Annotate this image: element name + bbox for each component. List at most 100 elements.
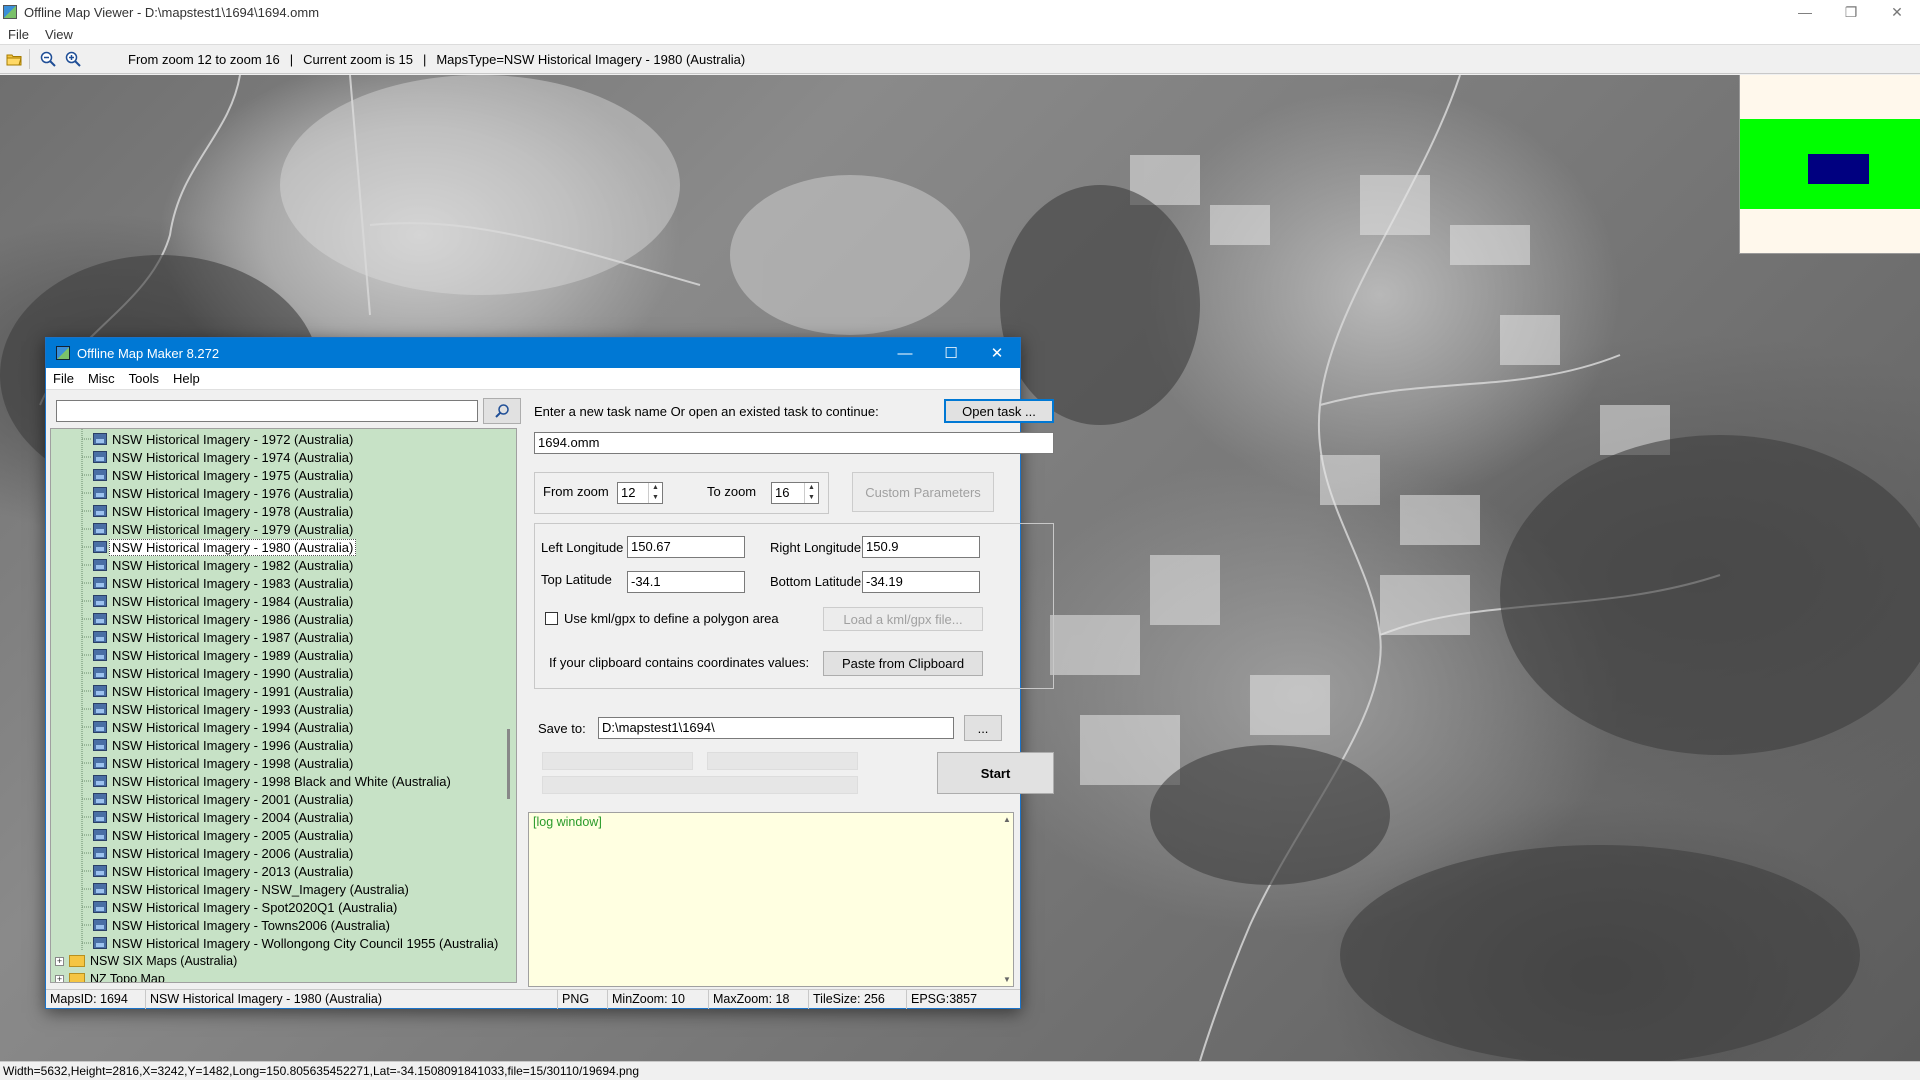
tree-item-map-type[interactable]: NSW Historical Imagery - 1993 (Australia… [93, 700, 353, 718]
tree-item-map-type[interactable]: NSW Historical Imagery - 1986 (Australia… [93, 610, 353, 628]
left-longitude-field[interactable]: 150.67 [627, 536, 745, 558]
tree-item-map-type[interactable]: NSW Historical Imagery - Spot2020Q1 (Aus… [93, 898, 397, 916]
tree-item-map-type[interactable]: NSW Historical Imagery - 1978 (Australia… [93, 502, 353, 520]
tree-item-map-type[interactable]: NSW Historical Imagery - 2005 (Australia… [93, 826, 353, 844]
tree-item-map-type[interactable]: NSW Historical Imagery - 1976 (Australia… [93, 484, 353, 502]
from-zoom-stepper[interactable]: 12 ▲ ▼ [617, 482, 663, 504]
status-maps-id: MapsID: 1694 [46, 990, 146, 1009]
map-tile-icon [93, 847, 107, 859]
tree-item-map-type[interactable]: NSW Historical Imagery - 1991 (Australia… [93, 682, 353, 700]
map-tile-icon [93, 559, 107, 571]
scroll-up-icon[interactable]: ▲ [1003, 815, 1011, 824]
map-search-input[interactable] [56, 400, 478, 422]
dialog-menu-tools[interactable]: Tools [122, 371, 166, 386]
to-zoom-arrows[interactable]: ▲ ▼ [804, 483, 818, 503]
task-name-field[interactable]: 1694.omm [534, 432, 1054, 454]
progress-bar-1 [542, 752, 693, 770]
search-button[interactable] [483, 398, 521, 424]
start-button[interactable]: Start [937, 752, 1054, 794]
dialog-menu-help[interactable]: Help [166, 371, 207, 386]
map-type-tree[interactable]: NSW Historical Imagery - 1972 (Australia… [50, 428, 517, 983]
menu-view[interactable]: View [37, 27, 81, 42]
paste-clipboard-button[interactable]: Paste from Clipboard [823, 651, 983, 676]
tree-item-map-type[interactable]: NSW Historical Imagery - 1972 (Australia… [93, 430, 353, 448]
tree-item-label: NSW Historical Imagery - 1978 (Australia… [112, 503, 354, 519]
tree-item-map-type[interactable]: NSW Historical Imagery - Wollongong City… [93, 934, 498, 952]
tree-item-map-type[interactable]: NSW Historical Imagery - 1989 (Australia… [93, 646, 353, 664]
dialog-minimize-button[interactable]: — [882, 338, 928, 368]
zoom-out-icon[interactable] [37, 48, 59, 70]
tree-item-label: NSW Historical Imagery - 2005 (Australia… [112, 827, 354, 843]
expand-icon[interactable]: + [55, 974, 64, 982]
zoom-in-icon[interactable] [62, 48, 84, 70]
dialog-close-button[interactable]: ✕ [974, 338, 1020, 368]
dialog-app-icon [56, 346, 70, 360]
map-tile-icon [93, 667, 107, 679]
tree-item-map-type[interactable]: NSW Historical Imagery - 1982 (Australia… [93, 556, 353, 574]
tree-item-map-type[interactable]: NSW Historical Imagery - 2013 (Australia… [93, 862, 353, 880]
dialog-menu-misc[interactable]: Misc [81, 371, 122, 386]
open-task-button[interactable]: Open task ... [944, 399, 1054, 423]
scroll-down-icon[interactable]: ▼ [1003, 975, 1011, 984]
status-epsg: EPSG:3857 [911, 992, 978, 1006]
tree-item-map-type[interactable]: NSW Historical Imagery - 1974 (Australia… [93, 448, 353, 466]
tree-item-map-type[interactable]: NSW Historical Imagery - 1996 (Australia… [93, 736, 353, 754]
load-kml-button[interactable]: Load a kml/gpx file... [823, 607, 983, 631]
to-zoom-stepper[interactable]: 16 ▲ ▼ [771, 482, 819, 504]
tree-folder[interactable]: + NZ Topo Map [55, 970, 165, 982]
tree-item-map-type[interactable]: NSW Historical Imagery - 1983 (Australia… [93, 574, 353, 592]
tree-item-map-type[interactable]: NSW Historical Imagery - 1990 (Australia… [93, 664, 353, 682]
restore-button[interactable]: ❐ [1828, 0, 1874, 24]
menu-file[interactable]: File [0, 27, 37, 42]
spin-down-icon[interactable]: ▼ [649, 493, 662, 503]
right-longitude-field[interactable]: 150.9 [862, 536, 980, 558]
custom-parameters-button[interactable]: Custom Parameters [852, 472, 994, 512]
tree-item-map-type[interactable]: NSW Historical Imagery - 1998 (Australia… [93, 754, 353, 772]
log-window[interactable]: [log window] ▲ ▼ [528, 812, 1014, 987]
tree-item-map-type[interactable]: NSW Historical Imagery - 2006 (Australia… [93, 844, 353, 862]
from-zoom-arrows[interactable]: ▲ ▼ [648, 483, 662, 503]
task-prompt: Enter a new task name Or open an existed… [534, 404, 879, 419]
spin-up-icon[interactable]: ▲ [649, 483, 662, 493]
dialog-maximize-button[interactable]: ☐ [928, 338, 974, 368]
tree-item-map-type[interactable]: NSW Historical Imagery - 1987 (Australia… [93, 628, 353, 646]
expand-icon[interactable]: + [55, 956, 64, 966]
map-tile-icon [93, 811, 107, 823]
tree-item-map-type[interactable]: NSW Historical Imagery - Towns2006 (Aust… [93, 916, 390, 934]
kml-polygon-checkbox[interactable] [545, 612, 558, 625]
tree-item-map-type[interactable]: NSW Historical Imagery - 1975 (Australia… [93, 466, 353, 484]
dialog-titlebar[interactable]: Offline Map Maker 8.272 — ☐ ✕ [46, 338, 1020, 368]
map-tile-icon [93, 937, 107, 949]
tree-item-label: NSW Historical Imagery - 1994 (Australia… [112, 719, 354, 735]
close-button[interactable]: ✕ [1874, 0, 1920, 24]
browse-button[interactable]: ... [964, 715, 1002, 741]
tree-item-map-type[interactable]: NSW Historical Imagery - 1979 (Australia… [93, 520, 353, 538]
tree-item-map-type[interactable]: NSW Historical Imagery - 1980 (Australia… [93, 538, 357, 556]
tree-item-map-type[interactable]: NSW Historical Imagery - 1984 (Australia… [93, 592, 353, 610]
viewer-statusbar: Width=5632,Height=2816,X=3242,Y=1482,Lon… [0, 1061, 1920, 1080]
save-to-field[interactable]: D:\mapstest1\1694\ [598, 717, 954, 739]
minimize-button[interactable]: — [1782, 0, 1828, 24]
bottom-latitude-field[interactable]: -34.19 [862, 571, 980, 593]
minimap-viewport[interactable] [1808, 154, 1869, 184]
zoom-group: From zoom 12 ▲ ▼ To zoom 16 ▲ ▼ [534, 472, 829, 514]
minimap[interactable] [1739, 75, 1920, 254]
open-folder-icon[interactable] [3, 48, 25, 70]
coordinates-group: Left Longitude 150.67 Right Longitude 15… [534, 523, 1054, 689]
map-tile-icon [93, 901, 107, 913]
spin-up-icon[interactable]: ▲ [805, 483, 818, 493]
tree-item-map-type[interactable]: NSW Historical Imagery - 1998 Black and … [93, 772, 451, 790]
spin-down-icon[interactable]: ▼ [805, 493, 818, 503]
tree-item-map-type[interactable]: NSW Historical Imagery - 2001 (Australia… [93, 790, 353, 808]
toolbar-separator: | [289, 51, 294, 67]
top-latitude-field[interactable]: -34.1 [627, 571, 745, 593]
dialog-statusbar: MapsID: 1694 NSW Historical Imagery - 19… [46, 989, 1020, 1009]
dialog-menu-file[interactable]: File [46, 371, 81, 386]
map-tile-icon [93, 595, 107, 607]
tree-folder[interactable]: + NSW SIX Maps (Australia) [55, 952, 237, 970]
tree-item-label: NSW Historical Imagery - 1989 (Australia… [112, 647, 354, 663]
tree-item-map-type[interactable]: NSW Historical Imagery - 2004 (Australia… [93, 808, 353, 826]
log-scrollbar[interactable]: ▲ ▼ [1001, 813, 1013, 986]
tree-item-map-type[interactable]: NSW Historical Imagery - 1994 (Australia… [93, 718, 353, 736]
tree-item-map-type[interactable]: NSW Historical Imagery - NSW_Imagery (Au… [93, 880, 409, 898]
